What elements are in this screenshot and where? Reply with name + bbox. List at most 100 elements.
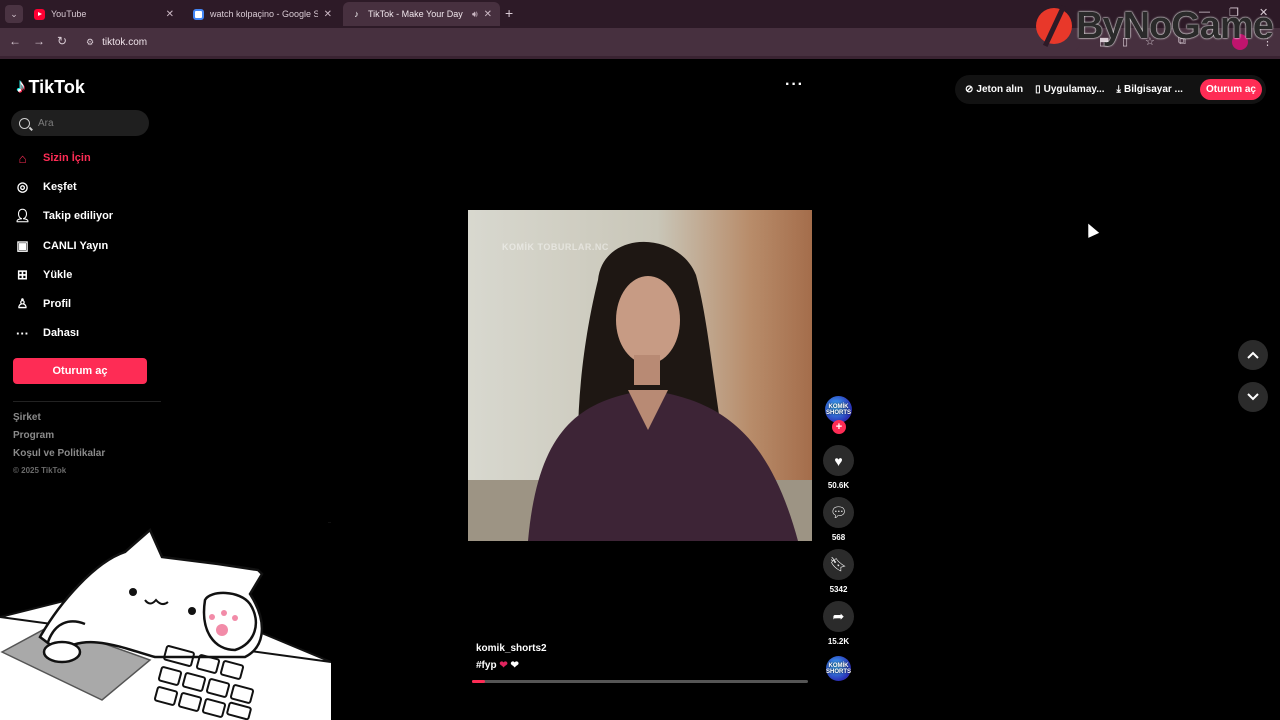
video-frame: [468, 210, 812, 541]
sidebar-item-profile[interactable]: ♙ Profil: [14, 294, 71, 314]
share-arrow-icon: ➦: [832, 608, 845, 624]
tiktok-note-icon: ♪: [16, 76, 26, 97]
save-button[interactable]: 🔖︎: [823, 549, 854, 580]
chevron-down-icon: [1247, 393, 1259, 401]
music-disc-avatar[interactable]: KOMİK SHORTS: [826, 656, 851, 681]
creator-avatar[interactable]: KOMİK SHORTS: [825, 396, 852, 423]
mouse-cursor-icon: [1082, 221, 1100, 238]
hashtag-link[interactable]: #fyp: [476, 660, 497, 671]
audio-playing-icon[interactable]: 🔊︎: [472, 9, 478, 20]
bongo-cat-overlay: [0, 522, 331, 720]
share-count: 15.2K: [827, 637, 850, 646]
close-tab-icon[interactable]: ✕: [484, 9, 492, 20]
like-count: 50.6K: [827, 481, 850, 490]
back-arrow-icon[interactable]: ←: [9, 34, 21, 48]
get-app-button[interactable]: ▯ Uygulamay...: [1035, 84, 1104, 95]
tab-youtube[interactable]: YouTube ✕: [26, 2, 182, 26]
follow-plus-icon[interactable]: +: [832, 420, 846, 434]
sidebar-item-label: Takip ediliyor: [43, 210, 114, 222]
tiktok-logo[interactable]: ♪ TikTok: [16, 76, 85, 98]
bynogame-watermark: ByNoGame: [1036, 0, 1274, 52]
video-progress-fill: [472, 680, 486, 683]
chevron-up-icon: [1247, 351, 1259, 359]
profile-icon: ♙: [16, 296, 29, 311]
comment-count: 568: [831, 533, 846, 542]
video-watermark: KOMİK TOBURLAR.NC: [502, 242, 609, 252]
youtube-favicon-icon: [34, 8, 45, 20]
sidebar-divider: [13, 401, 161, 402]
tab-search-chevron-icon[interactable]: ⌄: [5, 5, 23, 23]
close-tab-icon[interactable]: ✕: [324, 9, 332, 20]
sidebar-item-more[interactable]: ··· Dahası: [14, 323, 79, 343]
search-placeholder: Ara: [38, 117, 54, 129]
footer-link-program[interactable]: Program: [13, 430, 54, 441]
red-heart-emoji-icon: ❤: [499, 660, 508, 671]
new-tab-plus-icon[interactable]: +: [505, 5, 513, 21]
video-caption: #fyp ❤ ❤: [476, 660, 519, 671]
get-coins-label: Jeton alın: [976, 84, 1024, 95]
video-author[interactable]: komik_shorts2: [476, 643, 547, 654]
get-app-label: Uygulamay...: [1043, 84, 1105, 95]
bookmark-icon: 🔖︎: [829, 556, 848, 572]
sidebar-item-label: Sizin İçin: [43, 152, 91, 164]
sidebar-item-live[interactable]: ▣ CANLI Yayın: [14, 236, 108, 256]
top-login-button[interactable]: Oturum aç: [1199, 79, 1262, 100]
url-field[interactable]: ⚙ tiktok.com: [80, 32, 1080, 52]
download-icon: ⤓: [1116, 84, 1121, 95]
next-video-button[interactable]: [1238, 382, 1268, 412]
tab-title: watch kolpaçino - Google Search: [210, 9, 318, 19]
home-icon: ⌂: [18, 150, 27, 166]
more-icon: ···: [16, 325, 29, 341]
comment-button[interactable]: 💬︎: [823, 497, 854, 528]
reload-icon[interactable]: ↻: [57, 34, 67, 48]
more-options-icon[interactable]: ···: [785, 76, 804, 94]
comment-bubble-icon: 💬︎: [829, 504, 848, 520]
save-count: 5342: [829, 585, 848, 594]
search-input[interactable]: Ara: [11, 110, 149, 136]
tiktok-favicon-icon: ♪: [354, 8, 359, 19]
live-icon: ▣: [16, 238, 29, 253]
black-heart-emoji-icon: ❤: [510, 660, 519, 671]
tab-google-search[interactable]: watch kolpaçino - Google Search ✕: [185, 2, 340, 26]
sidebar-item-label: Yükle: [43, 269, 73, 281]
sidebar-item-following[interactable]: 👤︎ Takip ediliyor: [14, 206, 113, 226]
footer-link-company[interactable]: Şirket: [13, 412, 41, 423]
chrome-divider: [0, 56, 1280, 59]
sidebar-item-upload[interactable]: ⊞ Yükle: [14, 265, 72, 285]
google-favicon-icon: [193, 8, 204, 20]
sidebar-login-button[interactable]: Oturum aç: [13, 358, 147, 384]
footer-link-terms[interactable]: Koşul ve Politikalar: [13, 448, 105, 459]
video-progress-bar[interactable]: [472, 680, 808, 683]
desktop-app-label: Bilgisayar ...: [1123, 84, 1183, 95]
tab-tiktok[interactable]: ♪ TikTok - Make Your Day 🔊︎ ✕: [343, 2, 500, 26]
close-tab-icon[interactable]: ✕: [166, 9, 174, 20]
logo-text: TikTok: [28, 76, 85, 97]
copyright-text: © 2025 TikTok: [13, 466, 67, 475]
sidebar-item-explore[interactable]: ◎ Keşfet: [14, 177, 77, 197]
upload-icon: ⊞: [17, 267, 28, 282]
desktop-app-button[interactable]: ⤓ Bilgisayar ...: [1117, 84, 1183, 95]
search-icon: [19, 117, 30, 129]
get-coins-button[interactable]: ⊘ Jeton alın: [965, 84, 1023, 95]
site-info-icon[interactable]: ⚙: [86, 37, 94, 48]
coin-icon: ⊘: [965, 84, 974, 95]
tab-title: YouTube: [51, 9, 87, 19]
forward-arrow-icon[interactable]: →: [33, 34, 45, 48]
compass-icon: ◎: [16, 179, 29, 194]
phone-icon: ▯: [1035, 84, 1041, 95]
sidebar-item-label: Profil: [43, 298, 72, 310]
previous-video-button[interactable]: [1238, 340, 1268, 370]
watermark-text: ByNoGame: [1076, 4, 1274, 47]
sidebar-item-label: CANLI Yayın: [43, 240, 109, 252]
url-text: tiktok.com: [102, 36, 148, 48]
following-icon: 👤︎: [14, 208, 31, 223]
sidebar-item-for-you[interactable]: ⌂ Sizin İçin: [14, 148, 91, 168]
sidebar-item-label: Dahası: [43, 327, 80, 339]
heart-icon: ♥: [834, 452, 843, 469]
sidebar-item-label: Keşfet: [43, 181, 77, 193]
bynogame-logo-icon: [1036, 8, 1072, 44]
tab-title: TikTok - Make Your Day: [368, 9, 463, 19]
video-player[interactable]: KOMİK TOBURLAR.NC: [468, 210, 812, 541]
share-button[interactable]: ➦: [823, 601, 854, 632]
like-button[interactable]: ♥: [823, 445, 854, 476]
